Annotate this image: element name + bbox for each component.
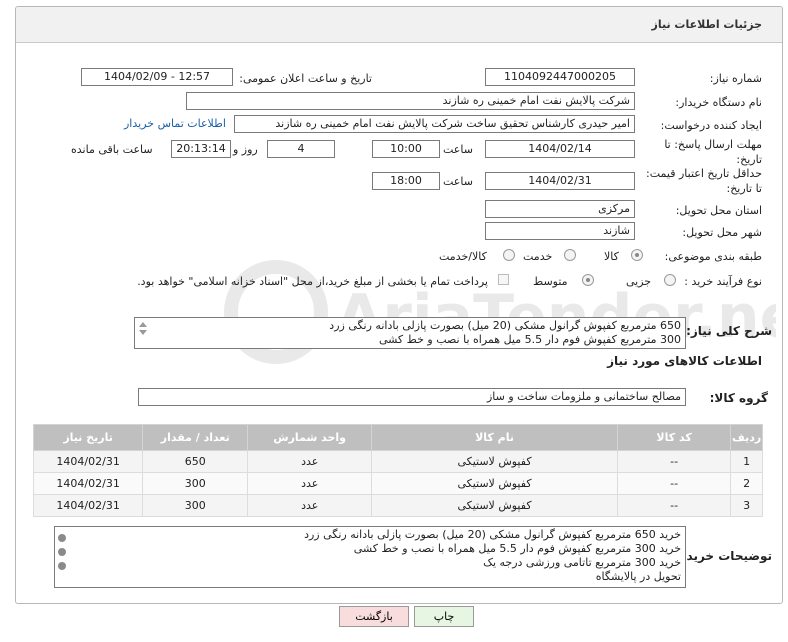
buyer-org-field: شرکت پالایش نفت امام خمینی ره شازند <box>186 92 635 110</box>
table-row: 2 -- کفپوش لاستیکی عدد 300 1404/02/31 <box>32 472 763 495</box>
category-goods-radio[interactable] <box>631 249 643 261</box>
col-unit: واحد شمارش <box>247 424 373 451</box>
validity-time-field: 18:00 <box>372 172 440 190</box>
day-and-label: روز و <box>233 143 258 156</box>
requester-label: ایجاد کننده درخواست: <box>660 119 762 132</box>
treasury-payment-checkbox[interactable] <box>498 274 509 285</box>
row-number: 3 <box>730 494 763 517</box>
buyer-notes-textarea[interactable]: خرید 650 مترمربع کفپوش گرانول مشکی (20 م… <box>54 526 686 588</box>
need-date: 1404/02/31 <box>32 494 144 517</box>
province-label: استان محل تحویل: <box>675 204 762 217</box>
reply-deadline-label: مهلت ارسال پاسخ: تا تاریخ: <box>664 138 762 166</box>
city-field: شازند <box>485 222 635 240</box>
category-goods-label: کالا <box>604 250 619 263</box>
need-desc-line: 650 مترمربع کفپوش گرانول مشکی (20 میل) ب… <box>329 319 681 332</box>
watermark-logo: AriaTender.neT <box>224 260 776 364</box>
unit: عدد <box>247 472 373 495</box>
goods-name: کفپوش لاستیکی <box>371 472 618 495</box>
payment-note: پرداخت تمام یا بخشی از مبلغ خرید،از محل … <box>137 275 488 288</box>
goods-code: -- <box>616 472 732 495</box>
goods-info-heading: اطلاعات کالاهای مورد نیاز <box>607 354 762 368</box>
scroll-dot-icon[interactable] <box>58 562 66 570</box>
buyer-note-line: خرید 300 مترمربع کفپوش فوم دار 5.5 میل ه… <box>353 542 681 555</box>
need-date: 1404/02/31 <box>32 472 144 495</box>
buyer-note-line: تحویل در پالایشگاه <box>595 570 681 583</box>
remaining-time-field: 20:13:14 <box>171 140 231 158</box>
announce-datetime-label: تاریخ و ساعت اعلان عمومی: <box>239 72 372 85</box>
print-button[interactable]: چاپ <box>414 606 474 627</box>
goods-name: کفپوش لاستیکی <box>371 494 618 517</box>
col-need-date: تاریخ نیاز <box>32 424 144 451</box>
category-service-label: خدمت <box>523 250 553 263</box>
province-field: مرکزی <box>485 200 635 218</box>
col-goods-name: نام کالا <box>371 424 618 451</box>
goods-table: ردیف کد کالا نام کالا واحد شمارش تعداد /… <box>32 424 763 517</box>
buyer-notes-scrollbar[interactable] <box>55 527 69 587</box>
goods-group-label: گروه کالا: <box>709 391 768 405</box>
process-medium-label: متوسط <box>533 275 568 288</box>
need-number-field: 1104092447000205 <box>485 68 635 86</box>
process-medium-radio[interactable] <box>582 274 594 286</box>
requester-field: امیر حیدری کارشناس تحقیق ساخت شرکت پالای… <box>234 115 635 133</box>
table-header-row: ردیف کد کالا نام کالا واحد شمارش تعداد /… <box>32 424 763 451</box>
table-row: 1 -- کفپوش لاستیکی عدد 650 1404/02/31 <box>32 450 763 473</box>
announce-datetime-field: 1404/02/09 - 12:57 <box>81 68 233 86</box>
unit: عدد <box>247 494 373 517</box>
quantity: 300 <box>142 472 249 495</box>
process-small-label: جزیی <box>626 275 652 288</box>
need-desc-label: شرح کلی نیاز: <box>686 324 772 338</box>
col-quantity: تعداد / مقدار <box>142 424 249 451</box>
need-date: 1404/02/31 <box>32 450 144 473</box>
buyer-org-label: نام دستگاه خریدار: <box>675 96 762 109</box>
need-desc-textarea[interactable]: 650 مترمربع کفپوش گرانول مشکی (20 میل) ب… <box>134 317 686 349</box>
need-details-panel: جزئیات اطلاعات نیاز AriaTender.neT شماره… <box>15 6 783 604</box>
quantity: 300 <box>142 494 249 517</box>
need-desc-line: 300 مترمربع کفپوش فوم دار 5.5 میل همراه … <box>378 333 681 346</box>
buyer-contact-link[interactable]: اطلاعات تماس خریدار <box>124 117 226 130</box>
reply-time-label: ساعت <box>443 143 473 156</box>
process-small-radio[interactable] <box>664 274 676 286</box>
unit: عدد <box>247 450 373 473</box>
goods-name: کفپوش لاستیکی <box>371 450 618 473</box>
buyer-note-line: خرید 650 مترمربع کفپوش گرانول مشکی (20 م… <box>304 528 681 541</box>
price-validity-label: حداقل تاریخ اعتبار قیمت: تا تاریخ: <box>646 167 762 195</box>
row-number: 2 <box>730 472 763 495</box>
reply-date-field: 1404/02/14 <box>485 140 635 158</box>
back-button[interactable]: بازگشت <box>339 606 409 627</box>
buyer-note-line: خرید 300 مترمربع تاتامی ورزشی درجه یک <box>483 556 681 569</box>
category-service-radio[interactable] <box>564 249 576 261</box>
reply-time-field: 10:00 <box>372 140 440 158</box>
goods-group-field: مصالح ساختمانی و ملزومات ساخت و ساز <box>138 388 686 406</box>
scroll-up-icon[interactable] <box>139 322 147 327</box>
table-row: 3 -- کفپوش لاستیکی عدد 300 1404/02/31 <box>32 494 763 517</box>
scroll-down-icon[interactable] <box>139 330 147 335</box>
panel-title: جزئیات اطلاعات نیاز <box>651 18 763 31</box>
scroll-dot-icon[interactable] <box>58 534 66 542</box>
process-type-label: نوع فرآیند خرید : <box>684 275 762 288</box>
remaining-label: ساعت باقی مانده <box>71 143 153 156</box>
col-row-number: ردیف <box>730 424 763 451</box>
remaining-days-field: 4 <box>267 140 335 158</box>
goods-code: -- <box>616 494 732 517</box>
need-desc-scrollbar[interactable] <box>135 318 149 348</box>
scroll-dot-icon[interactable] <box>58 548 66 556</box>
quantity: 650 <box>142 450 249 473</box>
need-number-label: شماره نیاز: <box>709 72 762 85</box>
category-label: طبقه بندی موضوعی: <box>664 250 762 263</box>
validity-date-field: 1404/02/31 <box>485 172 635 190</box>
category-goods-service-label: کالا/خدمت <box>439 250 487 263</box>
row-number: 1 <box>730 450 763 473</box>
panel-header: جزئیات اطلاعات نیاز <box>16 7 782 43</box>
validity-time-label: ساعت <box>443 175 473 188</box>
category-goods-service-radio[interactable] <box>503 249 515 261</box>
city-label: شهر محل تحویل: <box>682 226 762 239</box>
goods-code: -- <box>616 450 732 473</box>
col-goods-code: کد کالا <box>616 424 732 451</box>
